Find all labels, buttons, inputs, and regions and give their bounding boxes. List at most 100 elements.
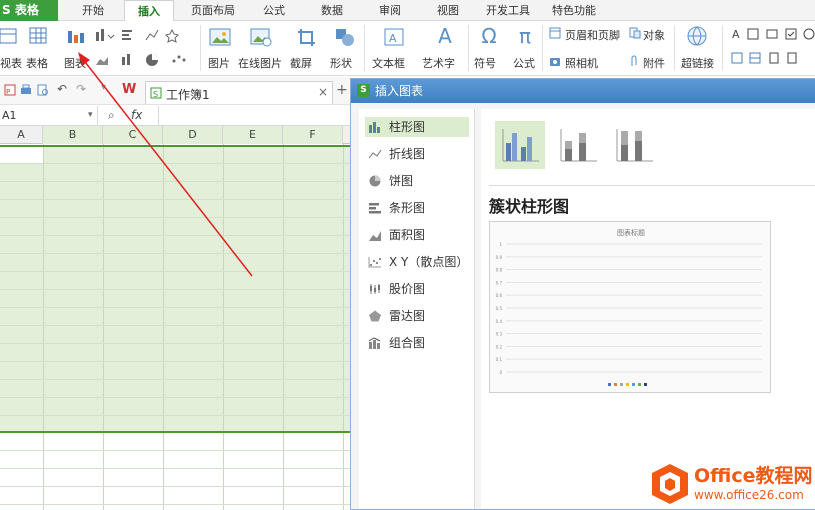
tab-developer[interactable]: 开发工具 <box>482 0 534 21</box>
chart-type-label: 面积图 <box>389 228 426 242</box>
preview-y-tick-label: 0.9 <box>496 255 503 260</box>
watermark-brand: Office教程网 <box>694 465 813 487</box>
hyperlink-button[interactable]: 超链接 <box>681 55 714 71</box>
preview-legend-marker <box>614 383 617 386</box>
app-badge[interactable]: S 表格 <box>0 0 58 21</box>
column-header-f[interactable]: F <box>283 126 343 144</box>
chart-preview[interactable]: 图表标题 1 0.9 0.8 0.7 0.6 0.5 0.4 0.3 0.2 0.1 0 <box>489 221 771 393</box>
table-button[interactable]: 表格 <box>26 55 48 71</box>
chart-type-label: 饼图 <box>389 174 414 188</box>
annotation-arrow <box>78 52 253 277</box>
chart-type-label: 条形图 <box>389 201 426 215</box>
symbol-icon: Ω <box>481 24 497 48</box>
textbox-button[interactable]: 文本框 <box>372 55 405 71</box>
preview-legend-marker <box>620 383 623 386</box>
chart-type-radar[interactable]: 雷达图 <box>365 306 469 326</box>
wordart-button[interactable]: 艺术字 <box>422 55 455 71</box>
preview-y-tick-label: 0.1 <box>496 357 503 362</box>
chart-type-pie[interactable]: 饼图 <box>365 171 469 191</box>
header-footer-button[interactable]: 页眉和页脚 <box>565 27 620 43</box>
hyperlink-icon <box>686 25 708 47</box>
app-logo-icon: S <box>357 84 370 97</box>
chart-type-bar[interactable]: 条形图 <box>365 198 469 218</box>
header-footer-icon <box>549 27 561 39</box>
stock-chart-icon <box>370 284 380 294</box>
dialog-title-bar[interactable]: S 插入图表 <box>351 79 815 103</box>
chart-type-label: 折线图 <box>389 147 426 161</box>
new-tab-icon[interactable]: + <box>336 82 348 98</box>
pivot-table-button[interactable]: 视表 <box>0 55 22 71</box>
ribbon-separator <box>722 25 723 71</box>
ribbon-separator <box>468 25 469 71</box>
screenshot-button[interactable]: 截屏 <box>290 55 312 71</box>
misc-insert-icons-row-1[interactable]: A <box>730 27 815 41</box>
tab-view[interactable]: 视图 <box>434 0 462 21</box>
pie-chart-icon <box>369 175 381 187</box>
scatter-chart-icon <box>368 257 381 268</box>
object-icon <box>629 27 641 39</box>
subtype-clustered-column[interactable] <box>495 121 545 169</box>
svg-text:A: A <box>732 28 740 41</box>
pdf-icon[interactable]: P <box>4 84 16 96</box>
chart-type-area[interactable]: 面积图 <box>365 225 469 245</box>
chart-type-label: 雷达图 <box>389 309 426 323</box>
tab-data[interactable]: 数据 <box>318 0 346 21</box>
chart-type-line[interactable]: 折线图 <box>365 144 469 164</box>
print-icon[interactable] <box>20 84 32 96</box>
watermark: Office教程网 www.office26.com <box>648 458 815 510</box>
chart-type-column[interactable]: 柱形图 <box>365 117 469 137</box>
percent-stacked-column-icon <box>616 129 653 162</box>
svg-text:P: P <box>6 88 10 96</box>
shapes-button[interactable]: 形状 <box>330 55 352 71</box>
chart-subtype-panel: 簇状柱形图 图表标题 1 0.9 0.8 0.7 0.6 0.5 0.4 0.3 0.2 0.1 0 <box>481 109 815 509</box>
stacked-column-icon <box>560 129 597 162</box>
table-icon <box>29 27 47 45</box>
divider <box>489 185 815 186</box>
radar-chart-icon <box>369 310 381 322</box>
ribbon-separator <box>364 25 365 71</box>
misc-insert-icons-row-2[interactable] <box>730 51 815 65</box>
bar-chart-icon <box>369 203 381 214</box>
tab-home[interactable]: 开始 <box>80 0 106 21</box>
dialog-title: 插入图表 <box>375 84 424 98</box>
formula-button[interactable]: 公式 <box>513 55 535 71</box>
object-button[interactable]: 对象 <box>643 27 665 43</box>
chart-type-label: 组合图 <box>389 336 426 350</box>
chart-type-combo[interactable]: 组合图 <box>365 333 469 353</box>
preview-legend-marker <box>638 383 641 386</box>
tab-review[interactable]: 审阅 <box>376 0 404 21</box>
preview-legend-marker <box>644 383 647 386</box>
subtype-percent-stacked-column[interactable] <box>609 121 659 169</box>
print-preview-icon[interactable] <box>37 84 49 96</box>
line-chart-icon <box>368 149 382 159</box>
tab-formulas[interactable]: 公式 <box>260 0 288 21</box>
combo-chart-icon <box>368 337 381 349</box>
clustered-column-icon <box>502 129 539 162</box>
camera-button[interactable]: 照相机 <box>565 55 598 71</box>
pivot-table-icon <box>0 27 18 45</box>
tab-page-layout[interactable]: 页面布局 <box>188 0 238 21</box>
subtype-stacked-column[interactable] <box>553 121 603 169</box>
chart-type-stock[interactable]: 股价图 <box>365 279 469 299</box>
preview-legend-marker <box>626 383 629 386</box>
preview-legend-marker <box>632 383 635 386</box>
preview-plot-area: 1 0.9 0.8 0.7 0.6 0.5 0.4 0.3 0.2 0.1 0 <box>496 242 762 386</box>
symbol-button[interactable]: 符号 <box>474 55 496 71</box>
tab-insert[interactable]: 插入 <box>124 0 174 21</box>
attachment-button[interactable]: 附件 <box>643 55 665 71</box>
preview-y-tick-label: 0.8 <box>496 268 503 273</box>
preview-y-tick-label: 0.2 <box>496 344 503 349</box>
area-chart-icon <box>369 231 381 241</box>
ribbon-separator <box>542 25 543 71</box>
ribbon-separator <box>674 25 675 71</box>
office-logo-icon <box>652 464 688 504</box>
preview-y-tick-label: 0.5 <box>496 306 503 311</box>
preview-y-tick-label: 0.7 <box>496 280 503 285</box>
tab-special[interactable]: 特色功能 <box>550 0 598 21</box>
close-tab-icon[interactable]: × <box>318 85 328 99</box>
insert-chart-dialog: S 插入图表 柱形图 折线图 饼图 条形图 面积图 X Y（散点图） 股价图 雷… <box>350 78 815 510</box>
formula-icon: π <box>518 24 532 48</box>
subtype-title: 簇状柱形图 <box>489 197 570 216</box>
chart-type-scatter[interactable]: X Y（散点图） <box>365 252 469 272</box>
column-header-a[interactable]: A <box>0 126 43 144</box>
